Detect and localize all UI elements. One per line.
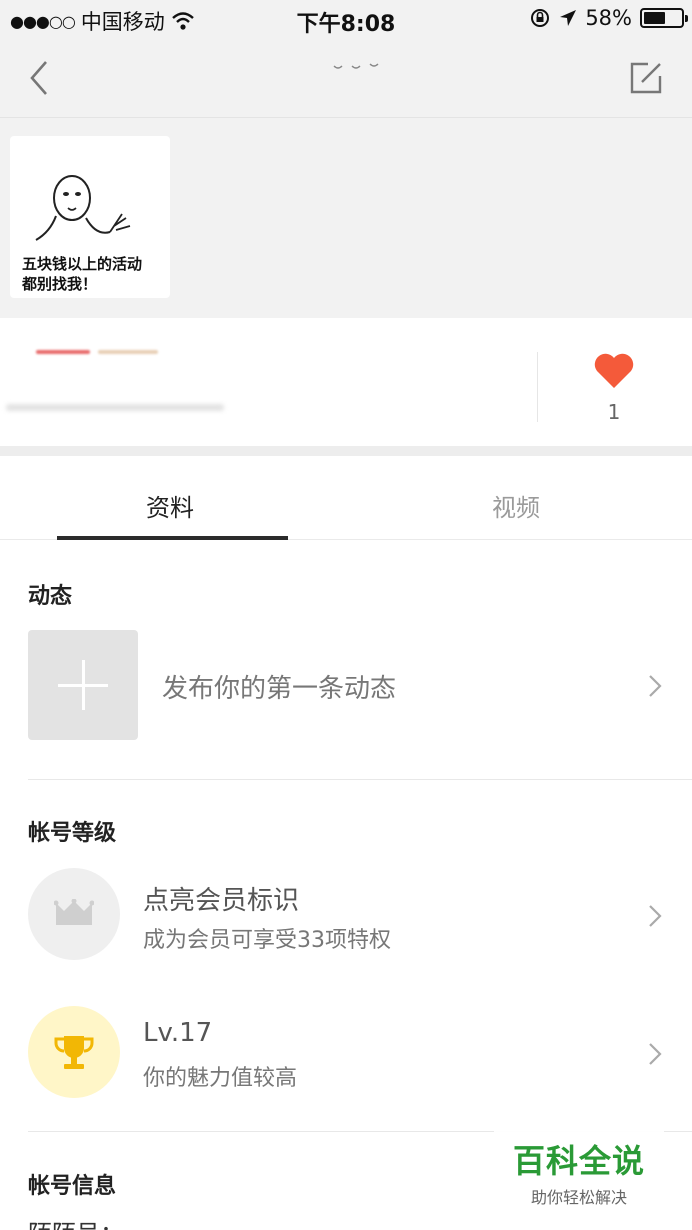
chevron-right-icon: [649, 1043, 662, 1065]
profile-cover: 五块钱以上的活动 都别找我！: [0, 118, 692, 318]
tab-video[interactable]: 视频: [492, 488, 540, 523]
trophy-icon: [28, 1006, 120, 1098]
avatar-caption: 五块钱以上的活动 都别找我！: [22, 255, 143, 293]
nav-bar: [0, 38, 692, 118]
crown-icon: [28, 868, 120, 960]
like-count: 1: [607, 400, 621, 424]
level-section-title: 帐号等级: [28, 821, 117, 846]
moments-section-title: 动态: [28, 584, 73, 609]
battery-percent: 58%: [585, 6, 632, 30]
section-divider: [28, 779, 692, 780]
battery-icon: [640, 8, 688, 28]
heart-icon: [594, 353, 634, 388]
like-divider: [537, 352, 538, 422]
publish-first-post-row[interactable]: 发布你的第一条动态: [0, 630, 692, 742]
watermark-subtitle: 助你轻松解决: [530, 1188, 627, 1207]
edit-icon[interactable]: [626, 58, 666, 98]
location-arrow-icon: [560, 10, 577, 26]
status-bar: ●●●○○ 中国移动 下午8:08 58%: [0, 0, 692, 38]
chevron-left-icon[interactable]: [24, 58, 58, 98]
publish-prompt: 发布你的第一条动态: [162, 674, 397, 704]
status-right: 58%: [529, 6, 688, 30]
rotation-lock-icon: [531, 9, 550, 27]
plus-icon[interactable]: [28, 630, 138, 740]
chevron-right-icon: [649, 905, 662, 927]
redacted-name: [36, 350, 90, 354]
vip-title: 点亮会员标识: [143, 886, 300, 916]
watermark-title: 百科全说: [512, 1142, 645, 1180]
watermark: 百科全说 助你轻松解决: [494, 1124, 664, 1207]
profile-summary: 1: [0, 318, 692, 456]
redacted-name-suffix: [98, 350, 158, 354]
avatar[interactable]: 五块钱以上的活动 都别找我！: [10, 136, 170, 298]
level-subtitle: 你的魅力值较高: [143, 1066, 298, 1091]
profile-tabs: 资料 视频: [0, 466, 692, 540]
meme-face-image: [35, 175, 131, 241]
momo-id-label: 陌陌号：: [28, 1214, 124, 1230]
account-section-title: 帐号信息: [28, 1174, 117, 1199]
blurred-title: [333, 63, 379, 69]
chevron-right-icon: [649, 675, 662, 697]
active-tab-indicator: [57, 536, 288, 540]
redacted-signature: [6, 404, 224, 411]
charm-level-row[interactable]: Lv.17 你的魅力值较高: [0, 1006, 692, 1102]
vip-subtitle: 成为会员可享受33项特权: [143, 928, 391, 953]
level-value: Lv.17: [143, 1018, 213, 1048]
tab-info[interactable]: 资料: [146, 488, 194, 523]
like-button[interactable]: 1: [588, 352, 640, 424]
battery-fill: [644, 12, 665, 24]
vip-badge-row[interactable]: 点亮会员标识 成为会员可享受33项特权: [0, 868, 692, 964]
